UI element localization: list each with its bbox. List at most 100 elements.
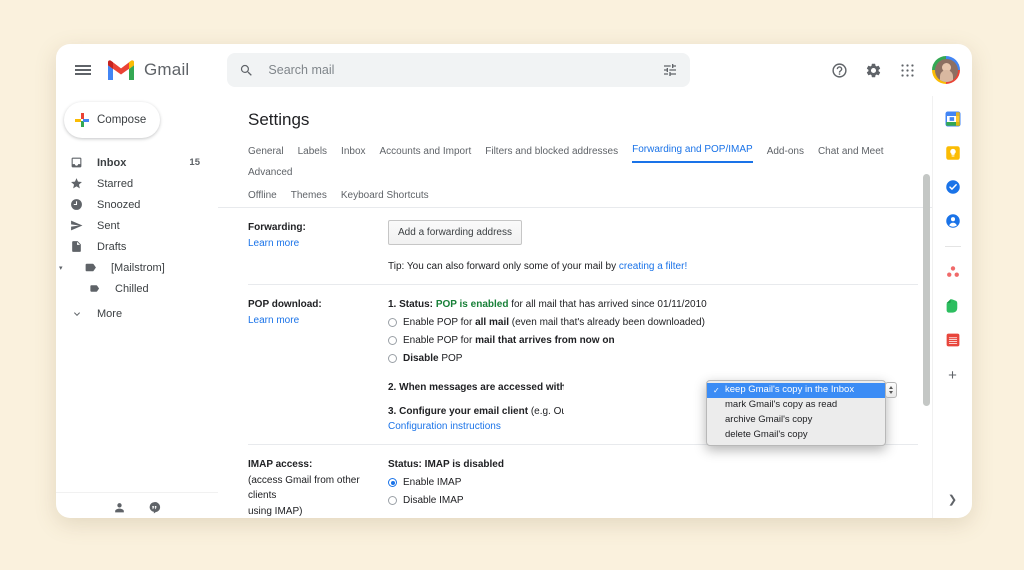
tab-chat-and-meet[interactable]: Chat and Meet	[818, 142, 884, 163]
star-icon	[70, 177, 83, 190]
gmail-logo[interactable]: Gmail	[106, 59, 189, 81]
pop-step3-number: 3.	[388, 406, 397, 417]
pop-action-dropdown-menu[interactable]: ✓ keep Gmail's copy in the Inbox mark Gm…	[706, 380, 897, 446]
pop-learn-more-link[interactable]: Learn more	[248, 315, 299, 326]
google-calendar-icon[interactable]	[944, 110, 962, 128]
forwarding-learn-more-link[interactable]: Learn more	[248, 238, 299, 249]
imap-label: IMAP access:	[248, 459, 313, 470]
pop-option-suffix: (even mail that's already been downloade…	[509, 317, 705, 328]
tab-labels[interactable]: Labels	[298, 142, 327, 163]
tab-add-ons[interactable]: Add-ons	[767, 142, 804, 163]
tab-accounts-and-import[interactable]: Accounts and Import	[380, 142, 472, 163]
tab-filters-and-blocked-addresses[interactable]: Filters and blocked addresses	[485, 142, 618, 163]
search-input[interactable]	[268, 63, 649, 77]
chevron-up-icon	[889, 386, 893, 389]
page-title: Settings	[248, 110, 310, 129]
expand-side-panel-button[interactable]: ❯	[948, 493, 957, 506]
hamburger-menu-icon[interactable]	[66, 53, 100, 87]
search-bar[interactable]	[227, 53, 691, 87]
imap-option-enable[interactable]: Enable IMAP	[388, 475, 918, 490]
forwarding-section: Forwarding: Learn more Add a forwarding …	[248, 208, 918, 285]
dropdown-option-keep-copy[interactable]: ✓ keep Gmail's copy in the Inbox	[707, 383, 885, 398]
search-options-icon[interactable]	[662, 62, 678, 78]
radio-button[interactable]	[388, 496, 397, 505]
hangouts-icon[interactable]	[148, 501, 161, 514]
tab-forwarding-and-pop-imap[interactable]: Forwarding and POP/IMAP	[632, 140, 753, 163]
tab-advanced[interactable]: Advanced	[248, 163, 292, 184]
compose-label: Compose	[97, 114, 147, 126]
radio-button[interactable]	[388, 354, 397, 363]
pop-option-all-mail[interactable]: Enable POP for all mail (even mail that'…	[388, 315, 918, 330]
sidebar-item-mailstrom[interactable]: ▾ [Mailstrom]	[56, 257, 206, 278]
avatar[interactable]	[932, 56, 960, 84]
dropdown-option-label: mark Gmail's copy as read	[725, 399, 838, 411]
gmail-window: Gmail Search mail Compose Inbox 15 Starr…	[56, 44, 972, 518]
radio-button[interactable]	[388, 318, 397, 327]
sidebar-item-drafts[interactable]: Drafts	[56, 236, 206, 257]
pop-option-from-now-on[interactable]: Enable POP for mail that arrives from no…	[388, 333, 918, 348]
sidebar-item-sent[interactable]: Sent	[56, 215, 206, 236]
contacts-icon[interactable]	[113, 501, 126, 514]
inbox-unread-count: 15	[189, 157, 200, 168]
add-addon-button[interactable]: +	[948, 367, 957, 384]
dropdown-option-delete[interactable]: delete Gmail's copy	[707, 428, 885, 443]
search-icon	[241, 64, 253, 76]
compose-button[interactable]: Compose	[64, 102, 160, 138]
chevron-down-icon[interactable]: ▾	[59, 264, 68, 272]
sidebar-item-label: Sent	[97, 219, 120, 232]
tab-general[interactable]: General	[248, 142, 284, 163]
pop-option-prefix: Enable POP for	[403, 335, 476, 346]
google-keep-icon[interactable]	[944, 144, 962, 162]
pop-option-disable[interactable]: Disable POP	[388, 351, 918, 366]
imap-option-label: Disable IMAP	[403, 495, 464, 506]
configuration-instructions-link[interactable]: Configuration instructions	[388, 421, 501, 432]
sidebar-item-snoozed[interactable]: Snoozed	[56, 194, 206, 215]
imap-option-disable[interactable]: Disable IMAP	[388, 493, 918, 508]
dropdown-option-archive[interactable]: archive Gmail's copy	[707, 413, 885, 428]
side-panel: + ❯	[932, 96, 972, 518]
radio-button[interactable]	[388, 336, 397, 345]
gear-icon[interactable]	[858, 55, 888, 85]
sidebar-item-inbox[interactable]: Inbox 15	[56, 152, 206, 173]
help-icon[interactable]	[824, 55, 854, 85]
pop-status-value: POP is enabled	[435, 299, 509, 310]
tab-themes[interactable]: Themes	[291, 186, 327, 207]
dropdown-option-mark-read[interactable]: mark Gmail's copy as read	[707, 398, 885, 413]
tab-offline[interactable]: Offline	[248, 186, 277, 207]
clock-icon	[70, 198, 83, 211]
sidebar-item-more[interactable]: More	[56, 303, 206, 324]
send-icon	[70, 219, 83, 232]
pop-download-section: POP download: Learn more 1. Status: POP …	[248, 285, 918, 446]
pop-step2-number: 2.	[388, 382, 397, 393]
chevron-down-icon	[889, 391, 893, 394]
top-app-bar: Gmail	[56, 44, 972, 96]
imap-sublabel-line1: (access Gmail from other clients	[248, 474, 360, 502]
rail-divider	[944, 246, 961, 247]
main-scrollbar-thumb[interactable]	[923, 174, 930, 406]
google-tasks-icon[interactable]	[944, 178, 962, 196]
plus-icon	[75, 113, 89, 127]
tab-inbox[interactable]: Inbox	[341, 142, 365, 163]
pop-label: POP download:	[248, 299, 322, 310]
sidebar-item-chilled[interactable]: Chilled	[56, 278, 206, 299]
pop-status-tail: for all mail that has arrived since 01/1…	[508, 299, 707, 310]
google-apps-grid-icon[interactable]	[892, 55, 922, 85]
imap-sublabel-line2: using IMAP)	[248, 505, 303, 517]
pop-status-word: Status:	[399, 299, 434, 310]
google-contacts-icon[interactable]	[944, 212, 962, 230]
sidebar-item-starred[interactable]: Starred	[56, 173, 206, 194]
creating-a-filter-link[interactable]: creating a filter!	[619, 261, 687, 272]
radio-button[interactable]	[388, 478, 397, 487]
avatar-image	[934, 58, 958, 82]
tab-keyboard-shortcuts[interactable]: Keyboard Shortcuts	[341, 186, 429, 207]
add-forwarding-address-button[interactable]: Add a forwarding address	[388, 220, 522, 245]
dropdown-stepper-arrows[interactable]	[885, 382, 897, 398]
pop-status-number: 1.	[388, 299, 397, 310]
redbooth-icon[interactable]	[944, 331, 962, 349]
asana-icon[interactable]	[944, 263, 962, 281]
check-icon: ✓	[713, 385, 720, 395]
draft-icon	[70, 240, 83, 253]
pop-step2-row: 2. When messages are accessed with POP ✓…	[388, 380, 918, 446]
evernote-icon[interactable]	[944, 297, 962, 315]
imap-status: Status: IMAP is disabled	[388, 459, 504, 470]
